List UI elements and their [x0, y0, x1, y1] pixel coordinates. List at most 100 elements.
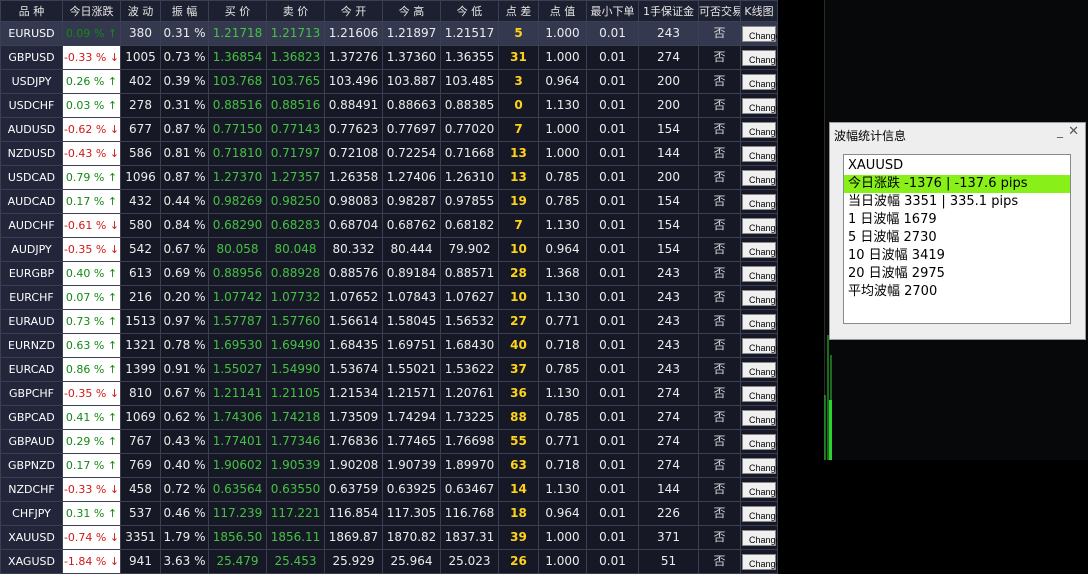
- open-cell: 1.21534: [324, 381, 383, 406]
- table-row[interactable]: AUDUSD -0.62 % ↓ 677 0.87 % 0.77150 0.77143 0.…: [0, 117, 778, 142]
- column-header: 点 值: [538, 0, 587, 22]
- change-button[interactable]: Change: [742, 481, 777, 498]
- table-row[interactable]: GBPCAD 0.41 % ↑ 1069 0.62 % 1.74306 1.74218 1.…: [0, 405, 778, 430]
- bid-cell: 25.479: [208, 549, 267, 574]
- column-header: 振 幅: [160, 0, 209, 22]
- change-cell: 0.29 % ↑: [62, 429, 121, 454]
- change-button[interactable]: Change: [742, 121, 777, 138]
- table-row[interactable]: EURNZD 0.63 % ↑ 1321 0.78 % 1.69530 1.69490 1.…: [0, 333, 778, 358]
- ask-cell: 0.98250: [266, 189, 325, 214]
- table-row[interactable]: AUDCAD 0.17 % ↑ 432 0.44 % 0.98269 0.98250 0.9…: [0, 189, 778, 214]
- change-button[interactable]: Change: [742, 361, 777, 378]
- table-row[interactable]: EURUSD 0.09 % ↑ 380 0.31 % 1.21718 1.21713 1.2…: [0, 21, 778, 46]
- table-row[interactable]: XAGUSD -1.84 % ↓ 941 3.63 % 25.479 25.453 25.9…: [0, 549, 778, 574]
- volatility-cell: 1069: [120, 405, 161, 430]
- change-button[interactable]: Change: [742, 505, 777, 522]
- amplitude-cell: 0.73 %: [160, 45, 209, 70]
- table-row[interactable]: NZDUSD -0.43 % ↓ 586 0.81 % 0.71810 0.71797 0.…: [0, 141, 778, 166]
- change-button[interactable]: Change: [742, 217, 777, 234]
- change-button[interactable]: Change: [742, 25, 777, 42]
- change-cell: 0.03 % ↑: [62, 93, 121, 118]
- table-row[interactable]: NZDCHF -0.33 % ↓ 458 0.72 % 0.63564 0.63550 0.…: [0, 477, 778, 502]
- ask-cell: 0.68283: [266, 213, 325, 238]
- change-button[interactable]: Change: [742, 289, 777, 306]
- table-row[interactable]: EURGBP 0.40 % ↑ 613 0.69 % 0.88956 0.88928 0.8…: [0, 261, 778, 286]
- low-cell: 116.768: [440, 501, 499, 526]
- column-header: 品 种: [0, 0, 63, 22]
- min-lot-cell: 0.01: [586, 69, 639, 94]
- table-row[interactable]: XAUUSD -0.74 % ↓ 3351 1.79 % 1856.50 1856.11 1…: [0, 525, 778, 550]
- table-row[interactable]: CHFJPY 0.31 % ↑ 537 0.46 % 117.239 117.221 116…: [0, 501, 778, 526]
- table-row[interactable]: AUDJPY -0.35 % ↓ 542 0.67 % 80.058 80.048 80.3…: [0, 237, 778, 262]
- volatility-cell: 1005: [120, 45, 161, 70]
- table-row[interactable]: GBPAUD 0.29 % ↑ 767 0.43 % 1.77401 1.77346 1.7…: [0, 429, 778, 454]
- table-row[interactable]: EURAUD 0.73 % ↑ 1513 0.97 % 1.57787 1.57760 1.…: [0, 309, 778, 334]
- change-button[interactable]: Change: [742, 337, 777, 354]
- tradable-cell: 否: [698, 429, 741, 454]
- margin-cell: 144: [638, 141, 699, 166]
- change-button[interactable]: Change: [742, 49, 777, 66]
- change-button[interactable]: Change: [742, 433, 777, 450]
- close-icon[interactable]: ✕: [1068, 124, 1079, 139]
- change-button[interactable]: Change: [742, 313, 777, 330]
- min-lot-cell: 0.01: [586, 501, 639, 526]
- amplitude-cell: 0.91 %: [160, 357, 209, 382]
- change-button[interactable]: Change: [742, 169, 777, 186]
- change-cell: -0.33 % ↓: [62, 477, 121, 502]
- amplitude-cell: 3.63 %: [160, 549, 209, 574]
- spread-cell: 10: [498, 285, 539, 310]
- min-lot-cell: 0.01: [586, 357, 639, 382]
- ask-cell: 1.54990: [266, 357, 325, 382]
- low-cell: 0.88385: [440, 93, 499, 118]
- change-button[interactable]: Change: [742, 265, 777, 282]
- table-row[interactable]: USDCAD 0.79 % ↑ 1096 0.87 % 1.27370 1.27357 1.…: [0, 165, 778, 190]
- open-cell: 0.77623: [324, 117, 383, 142]
- margin-cell: 243: [638, 261, 699, 286]
- table-row[interactable]: GBPNZD 0.17 % ↑ 769 0.40 % 1.90602 1.90539 1.9…: [0, 453, 778, 478]
- low-cell: 0.77020: [440, 117, 499, 142]
- high-cell: 1.37360: [382, 45, 441, 70]
- kline-cell: Change: [740, 357, 778, 382]
- margin-cell: 154: [638, 237, 699, 262]
- volatility-cell: 3351: [120, 525, 161, 550]
- min-lot-cell: 0.01: [586, 117, 639, 142]
- table-row[interactable]: EURCAD 0.86 % ↑ 1399 0.91 % 1.55027 1.54990 1.…: [0, 357, 778, 382]
- symbol-cell: AUDCHF: [0, 213, 63, 238]
- point-value-cell: 0.771: [538, 429, 587, 454]
- volatility-panel[interactable]: 波幅统计信息 _ ✕ XAUUSD 今日涨跌 -1376 | -137.6 pip…: [829, 122, 1086, 340]
- table-row[interactable]: GBPCHF -0.35 % ↓ 810 0.67 % 1.21141 1.21105 1.…: [0, 381, 778, 406]
- ask-cell: 0.88516: [266, 93, 325, 118]
- low-cell: 0.97855: [440, 189, 499, 214]
- table-row[interactable]: AUDCHF -0.61 % ↓ 580 0.84 % 0.68290 0.68283 0.…: [0, 213, 778, 238]
- tradable-cell: 否: [698, 501, 741, 526]
- bid-cell: 1.77401: [208, 429, 267, 454]
- change-button[interactable]: Change: [742, 553, 777, 570]
- table-row[interactable]: EURCHF 0.07 % ↑ 216 0.20 % 1.07742 1.07732 1.0…: [0, 285, 778, 310]
- change-button[interactable]: Change: [742, 385, 777, 402]
- low-cell: 1.21517: [440, 21, 499, 46]
- candle-body: [829, 400, 832, 460]
- high-cell: 1.58045: [382, 309, 441, 334]
- table-row[interactable]: USDJPY 0.26 % ↑ 402 0.39 % 103.768 103.765 103…: [0, 69, 778, 94]
- change-button[interactable]: Change: [742, 73, 777, 90]
- table-row[interactable]: GBPUSD -0.33 % ↓ 1005 0.73 % 1.36854 1.36823 1…: [0, 45, 778, 70]
- open-cell: 103.496: [324, 69, 383, 94]
- bid-cell: 0.68290: [208, 213, 267, 238]
- point-value-cell: 1.000: [538, 141, 587, 166]
- change-button[interactable]: Change: [742, 241, 777, 258]
- table-row[interactable]: USDCHF 0.03 % ↑ 278 0.31 % 0.88516 0.88516 0.8…: [0, 93, 778, 118]
- change-cell: 0.07 % ↑: [62, 285, 121, 310]
- point-value-cell: 1.368: [538, 261, 587, 286]
- point-value-cell: 0.785: [538, 165, 587, 190]
- volatility-cell: 1399: [120, 357, 161, 382]
- low-cell: 0.63467: [440, 477, 499, 502]
- minimize-icon[interactable]: _: [1057, 124, 1063, 138]
- change-button[interactable]: Change: [742, 193, 777, 210]
- bid-cell: 1.57787: [208, 309, 267, 334]
- change-cell: -1.84 % ↓: [62, 549, 121, 574]
- open-cell: 1.73509: [324, 405, 383, 430]
- change-button[interactable]: Change: [742, 97, 777, 114]
- change-button[interactable]: Change: [742, 145, 777, 162]
- change-button[interactable]: Change: [742, 409, 777, 426]
- change-button[interactable]: Change: [742, 529, 777, 546]
